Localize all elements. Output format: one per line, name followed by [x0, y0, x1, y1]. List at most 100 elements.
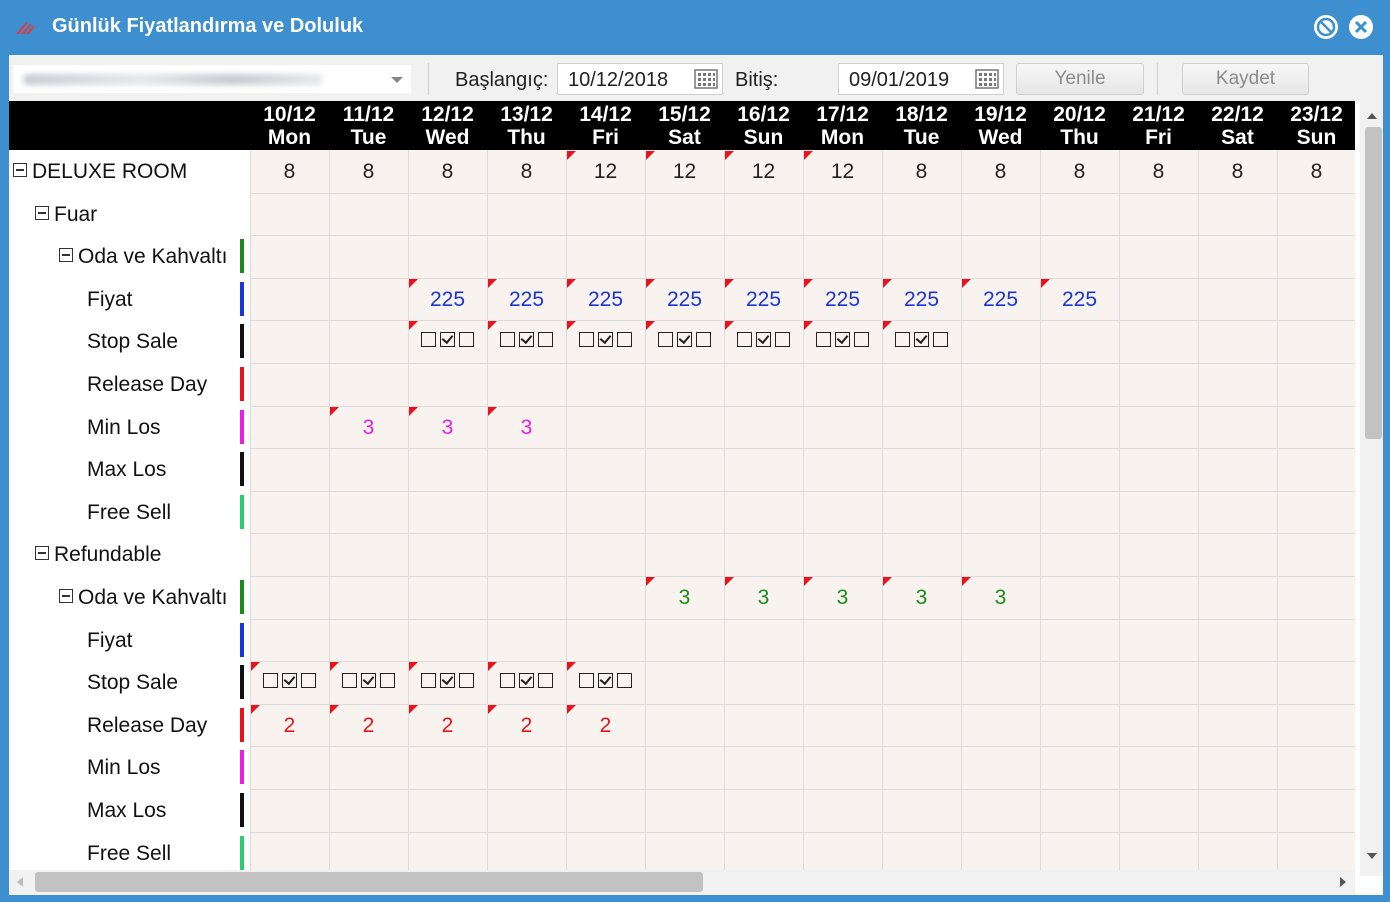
vertical-scroll-thumb[interactable]	[1365, 127, 1382, 439]
stop-sale-checkboxes[interactable]	[329, 672, 408, 692]
stop-sale-checkboxes[interactable]	[803, 331, 882, 351]
checkbox-off-icon[interactable]	[500, 332, 515, 348]
grid-cell-value[interactable]: 225	[566, 288, 645, 312]
row-label[interactable]: Refundable	[35, 543, 161, 567]
checkbox-on-icon[interactable]	[440, 332, 455, 348]
stop-sale-checkboxes[interactable]	[250, 672, 329, 692]
checkbox-off-icon[interactable]	[421, 673, 436, 689]
row-label[interactable]: Oda ve Kahvaltı	[59, 245, 227, 269]
grid-cell-value[interactable]: 12	[724, 160, 803, 184]
checkbox-off-icon[interactable]	[538, 673, 553, 689]
checkbox-off-icon[interactable]	[500, 673, 515, 689]
grid-cell-value[interactable]: 12	[803, 160, 882, 184]
stop-sale-checkboxes[interactable]	[724, 331, 803, 351]
checkbox-off-icon[interactable]	[854, 332, 869, 348]
checkbox-off-icon[interactable]	[617, 673, 632, 689]
grid-cell-value[interactable]: 225	[803, 288, 882, 312]
vertical-scrollbar[interactable]	[1360, 101, 1383, 876]
grid-cell-value[interactable]: 3	[724, 586, 803, 610]
stop-sale-checkboxes[interactable]	[487, 672, 566, 692]
stop-sale-checkboxes[interactable]	[566, 331, 645, 351]
scroll-right-icon[interactable]	[1340, 877, 1346, 887]
row-label[interactable]: Oda ve Kahvaltı	[59, 586, 227, 610]
row-label[interactable]: Fuar	[35, 203, 97, 227]
grid-cell-value[interactable]: 8	[961, 160, 1040, 184]
grid-cell-value[interactable]: 225	[882, 288, 961, 312]
grid-cell-value[interactable]: 3	[329, 416, 408, 440]
checkbox-on-icon[interactable]	[519, 332, 534, 348]
grid-cell-value[interactable]: 12	[645, 160, 724, 184]
scroll-up-icon[interactable]	[1367, 113, 1377, 119]
grid-cell-value[interactable]: 225	[645, 288, 724, 312]
checkbox-on-icon[interactable]	[677, 332, 692, 348]
calendar-icon[interactable]	[975, 69, 999, 89]
scroll-down-icon[interactable]	[1367, 853, 1377, 859]
grid-cell-value[interactable]: 8	[250, 160, 329, 184]
checkbox-off-icon[interactable]	[459, 673, 474, 689]
grid-cell-value[interactable]: 225	[724, 288, 803, 312]
close-icon[interactable]	[1349, 15, 1373, 39]
horizontal-scroll-thumb[interactable]	[35, 872, 703, 892]
collapse-toggle-icon[interactable]	[59, 589, 73, 603]
grid-cell-value[interactable]: 3	[645, 586, 724, 610]
stop-sale-checkboxes[interactable]	[882, 331, 961, 351]
collapse-toggle-icon[interactable]	[13, 163, 27, 177]
checkbox-off-icon[interactable]	[579, 332, 594, 348]
checkbox-on-icon[interactable]	[598, 332, 613, 348]
grid-cell-value[interactable]: 225	[408, 288, 487, 312]
grid-cell-value[interactable]: 8	[487, 160, 566, 184]
checkbox-off-icon[interactable]	[775, 332, 790, 348]
grid-cell-value[interactable]: 3	[961, 586, 1040, 610]
grid-cell-value[interactable]: 225	[487, 288, 566, 312]
collapse-toggle-icon[interactable]	[35, 206, 49, 220]
checkbox-on-icon[interactable]	[756, 332, 771, 348]
grid-cell-value[interactable]: 3	[408, 416, 487, 440]
end-date-input[interactable]: 09/01/2019	[838, 63, 1004, 95]
stop-sale-checkboxes[interactable]	[566, 672, 645, 692]
stop-sale-checkboxes[interactable]	[645, 331, 724, 351]
calendar-icon[interactable]	[694, 69, 718, 89]
checkbox-off-icon[interactable]	[658, 332, 673, 348]
grid-cell-value[interactable]: 8	[1119, 160, 1198, 184]
refresh-button[interactable]: Yenile	[1016, 63, 1144, 95]
save-button[interactable]: Kaydet	[1182, 63, 1309, 95]
row-label[interactable]: DELUXE ROOM	[13, 160, 187, 184]
checkbox-off-icon[interactable]	[579, 673, 594, 689]
grid-cell-value[interactable]: 8	[1277, 160, 1355, 184]
scroll-left-icon[interactable]	[17, 877, 23, 887]
grid-cell-value[interactable]: 8	[408, 160, 487, 184]
checkbox-on-icon[interactable]	[440, 673, 455, 689]
start-date-input[interactable]: 10/12/2018	[557, 63, 723, 95]
collapse-toggle-icon[interactable]	[59, 248, 73, 262]
grid-cell-value[interactable]: 225	[1040, 288, 1119, 312]
checkbox-off-icon[interactable]	[895, 332, 910, 348]
checkbox-off-icon[interactable]	[459, 332, 474, 348]
grid-cell-value[interactable]: 8	[882, 160, 961, 184]
checkbox-off-icon[interactable]	[617, 332, 632, 348]
stop-sale-checkboxes[interactable]	[408, 672, 487, 692]
grid-cell-value[interactable]: 8	[1198, 160, 1277, 184]
checkbox-on-icon[interactable]	[835, 332, 850, 348]
checkbox-on-icon[interactable]	[519, 673, 534, 689]
grid-cell-value[interactable]: 2	[329, 714, 408, 738]
checkbox-on-icon[interactable]	[598, 673, 613, 689]
checkbox-off-icon[interactable]	[380, 673, 395, 689]
grid-cell-value[interactable]: 8	[329, 160, 408, 184]
grid-cell-value[interactable]: 3	[882, 586, 961, 610]
grid-cell-value[interactable]: 3	[487, 416, 566, 440]
checkbox-on-icon[interactable]	[282, 673, 297, 689]
horizontal-scrollbar[interactable]	[9, 870, 1355, 895]
checkbox-on-icon[interactable]	[361, 673, 376, 689]
grid-cell-value[interactable]: 2	[566, 714, 645, 738]
grid-cell-value[interactable]: 2	[408, 714, 487, 738]
checkbox-off-icon[interactable]	[816, 332, 831, 348]
stop-sale-checkboxes[interactable]	[487, 331, 566, 351]
grid-cell-value[interactable]: 8	[1040, 160, 1119, 184]
grid-cell-value[interactable]: 2	[250, 714, 329, 738]
hotel-select[interactable]	[13, 65, 411, 93]
checkbox-off-icon[interactable]	[538, 332, 553, 348]
checkbox-off-icon[interactable]	[696, 332, 711, 348]
grid-cell-value[interactable]: 12	[566, 160, 645, 184]
chevron-down-icon[interactable]	[391, 77, 403, 83]
checkbox-off-icon[interactable]	[301, 673, 316, 689]
